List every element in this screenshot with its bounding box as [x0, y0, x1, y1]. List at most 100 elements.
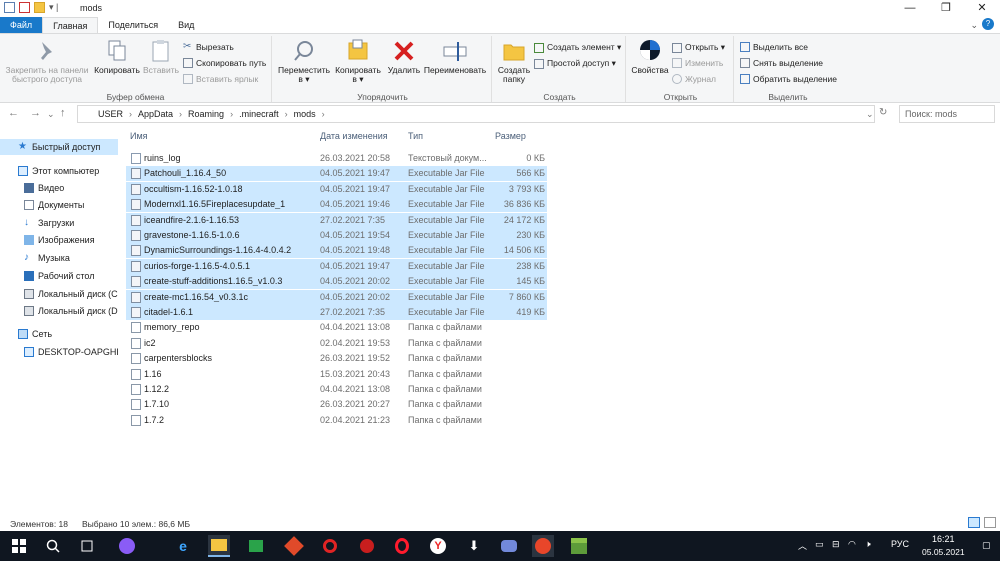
- opera-browser-icon[interactable]: [391, 535, 413, 557]
- alice-assistant-icon[interactable]: [116, 535, 138, 557]
- rename-button[interactable]: Переименовать: [422, 38, 488, 75]
- new-folder-icon[interactable]: [34, 2, 45, 13]
- select-none-button[interactable]: Снять выделение: [740, 58, 823, 68]
- file-explorer-taskbar-icon[interactable]: [208, 535, 230, 557]
- table-row[interactable]: 1.12.2 04.04.2021 13:08 Папка с файлами: [126, 382, 547, 397]
- invert-selection-button[interactable]: Обратить выделение: [740, 74, 837, 84]
- breadcrumb-user[interactable]: USER: [98, 109, 123, 119]
- help-icon[interactable]: ?: [982, 18, 994, 30]
- table-row[interactable]: memory_repo 04.04.2021 13:08 Папка с файла…: [126, 320, 547, 335]
- app-compass-icon[interactable]: [532, 535, 554, 557]
- table-row[interactable]: Modernxl1.16.5Fireplacesupdate_1 04.05.20…: [126, 197, 547, 213]
- table-row[interactable]: curios-forge-1.16.5-4.0.5.1 04.05.2021 19…: [126, 258, 547, 274]
- wifi-icon[interactable]: ◠: [848, 539, 856, 550]
- details-view-icon[interactable]: [968, 517, 980, 528]
- nav-item-disk-c[interactable]: Локальный диск (C: [0, 286, 118, 302]
- table-row[interactable]: Patchouli_1.16.4_50 04.05.2021 19:47 Execu…: [126, 166, 547, 182]
- network-status-icon[interactable]: ⊟: [832, 539, 840, 550]
- minimize-button[interactable]: —: [892, 0, 928, 17]
- clock-date[interactable]: 05.05.2021: [922, 547, 965, 557]
- properties-button[interactable]: Свойства: [630, 38, 670, 75]
- table-row[interactable]: occultism-1.16.52-1.0.18 04.05.2021 19:47…: [126, 181, 547, 197]
- tab-view[interactable]: Вид: [168, 17, 204, 33]
- maximize-button[interactable]: ❐: [928, 0, 964, 17]
- notifications-icon[interactable]: ▢: [982, 540, 991, 551]
- recent-locations-icon[interactable]: ⌄: [47, 109, 55, 120]
- nav-item-disk-d[interactable]: Локальный диск (D: [0, 303, 118, 319]
- nav-item-desktop[interactable]: Рабочий стол: [0, 268, 118, 284]
- back-arrow-icon[interactable]: ←: [8, 107, 19, 119]
- ribbon-expand-icon[interactable]: ⌄: [970, 20, 978, 31]
- delete-button[interactable]: Удалить: [386, 38, 422, 75]
- search-input[interactable]: Поиск: mods: [899, 105, 995, 123]
- table-row[interactable]: 1.7.10 26.03.2021 20:27 Папка с файлами: [126, 397, 547, 412]
- large-icons-view-icon[interactable]: [984, 517, 996, 528]
- column-header-type[interactable]: Тип: [408, 126, 423, 146]
- app-download-icon[interactable]: ⬇: [463, 535, 485, 557]
- breadcrumb-roaming[interactable]: Roaming: [188, 109, 224, 119]
- nav-item-desktop-pc[interactable]: DESKTOP-OAPGHR: [0, 344, 118, 360]
- column-header-date[interactable]: Дата изменения: [320, 126, 388, 146]
- nav-item-pictures[interactable]: Изображения: [0, 232, 118, 248]
- close-button[interactable]: ✕: [964, 0, 1000, 17]
- nav-item-video[interactable]: Видео: [0, 180, 118, 196]
- game-launcher-icon[interactable]: [245, 535, 267, 557]
- nav-quick-access[interactable]: ★ Быстрый доступ: [0, 139, 118, 155]
- discord-icon[interactable]: [498, 535, 520, 557]
- table-row[interactable]: create-stuff-additions1.16.5_v1.0.3 04.05…: [126, 274, 547, 290]
- copy-to-button[interactable]: Копировать в ▾: [332, 38, 384, 84]
- easy-access-button[interactable]: Простой доступ ▾: [534, 58, 616, 69]
- customize-toolbar-icon[interactable]: ▾ |: [49, 2, 58, 13]
- task-view-icon[interactable]: [76, 535, 98, 557]
- table-row[interactable]: DynamicSurroundings-1.16.4-4.0.4.2 04.05.…: [126, 243, 547, 259]
- table-row[interactable]: iceandfire-2.1.6-1.16.53 27.02.2021 7:35 E…: [126, 212, 547, 228]
- paste-button[interactable]: Вставить: [142, 38, 180, 75]
- address-bar[interactable]: USER › AppData › Roaming › .minecraft › mods…: [77, 105, 875, 123]
- copy-button[interactable]: Копировать: [92, 38, 142, 75]
- table-row[interactable]: create-mc1.16.54_v0.3.1c 04.05.2021 20:02…: [126, 289, 547, 305]
- table-row[interactable]: citadel-1.6.1 27.02.2021 7:35 Executable J…: [126, 305, 547, 320]
- table-row[interactable]: 1.7.2 02.04.2021 21:23 Папка с файлами: [126, 413, 547, 428]
- table-row[interactable]: ic2 02.04.2021 19:53 Папка с файлами: [126, 336, 547, 351]
- edit-button[interactable]: Изменить: [672, 58, 723, 68]
- history-button[interactable]: Журнал: [672, 74, 716, 84]
- breadcrumb-minecraft[interactable]: .minecraft: [239, 109, 279, 119]
- nav-item-downloads[interactable]: ↓ Загрузки: [0, 215, 118, 231]
- column-header-name[interactable]: Имя: [130, 126, 148, 146]
- refresh-icon[interactable]: ↻: [879, 107, 887, 118]
- tray-overflow-icon[interactable]: ︿: [798, 539, 807, 552]
- up-arrow-icon[interactable]: ↑: [60, 107, 66, 119]
- nav-this-pc[interactable]: Этот компьютер: [0, 163, 118, 179]
- move-to-button[interactable]: Переместить в ▾: [278, 38, 330, 84]
- tray-app-icon[interactable]: ▭: [815, 539, 824, 550]
- volume-icon[interactable]: 🕨: [865, 539, 871, 550]
- cut-button[interactable]: ✂ Вырезать: [183, 42, 234, 53]
- nav-item-music[interactable]: ♪ Музыка: [0, 250, 118, 266]
- select-all-button[interactable]: Выделить все: [740, 42, 808, 52]
- table-row[interactable]: ruins_log 26.03.2021 20:58 Текстовый докум…: [126, 151, 547, 166]
- column-header-size[interactable]: Размер: [495, 126, 526, 146]
- tab-share[interactable]: Поделиться: [98, 17, 168, 33]
- app-ring-icon[interactable]: [319, 535, 341, 557]
- edge-browser-icon[interactable]: e: [172, 535, 194, 557]
- minecraft-icon[interactable]: [568, 535, 590, 557]
- nav-item-documents[interactable]: Документы: [0, 197, 118, 213]
- new-item-button[interactable]: Создать элемент ▾: [534, 42, 621, 53]
- tab-file[interactable]: Файл: [0, 17, 43, 33]
- properties-check-icon[interactable]: [19, 2, 30, 13]
- language-indicator[interactable]: РУС: [891, 539, 909, 549]
- tab-home[interactable]: Главная: [42, 17, 99, 33]
- search-icon[interactable]: [42, 535, 64, 557]
- table-row[interactable]: carpentersblocks 26.03.2021 19:52 Папка с …: [126, 351, 547, 366]
- open-button[interactable]: Открыть ▾: [672, 42, 725, 53]
- paste-shortcut-button[interactable]: Вставить ярлык: [183, 74, 258, 84]
- app-red-icon[interactable]: [283, 535, 305, 557]
- yandex-browser-icon[interactable]: Y: [427, 535, 449, 557]
- breadcrumb-mods[interactable]: mods: [294, 109, 316, 119]
- breadcrumb-appdata[interactable]: AppData: [138, 109, 173, 119]
- new-folder-button[interactable]: Создать папку: [496, 38, 532, 84]
- copy-path-button[interactable]: Скопировать путь: [183, 58, 266, 68]
- address-dropdown-icon[interactable]: ⌄: [866, 109, 874, 120]
- table-row[interactable]: gravestone-1.16.5-1.0.6 04.05.2021 19:54 E…: [126, 228, 547, 243]
- nav-network[interactable]: Сеть: [0, 326, 118, 342]
